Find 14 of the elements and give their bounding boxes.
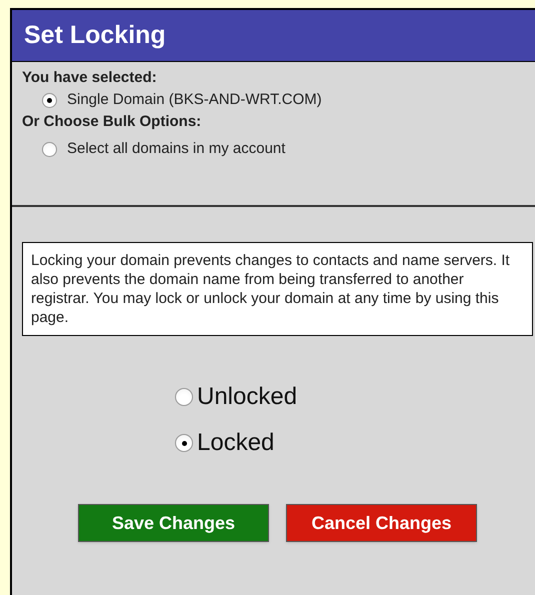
cancel-button[interactable]: Cancel Changes xyxy=(286,504,477,542)
option-label: Unlocked xyxy=(197,382,298,412)
section-label: You have selected: xyxy=(22,68,158,88)
radio-button[interactable] xyxy=(175,388,193,406)
info-text: Locking your domain prevents changes to contacts and name servers. It also prevents the domain name from being transferred to another registrar. You may lock or unlock your domain at any time by using this page. xyxy=(22,242,533,336)
panel-title: Set Locking xyxy=(24,20,166,51)
option-label: Select all domains in my account xyxy=(67,138,286,159)
option-label: Single Domain (BKS-AND-WRT.COM) xyxy=(67,90,322,110)
option-label: Locked xyxy=(197,428,274,458)
radio-button[interactable] xyxy=(42,142,57,156)
save-button[interactable]: Save Changes xyxy=(78,504,269,542)
radio-button[interactable] xyxy=(175,434,193,452)
section-label: Or Choose Bulk Options: xyxy=(22,112,202,132)
radio-button[interactable] xyxy=(42,92,57,108)
